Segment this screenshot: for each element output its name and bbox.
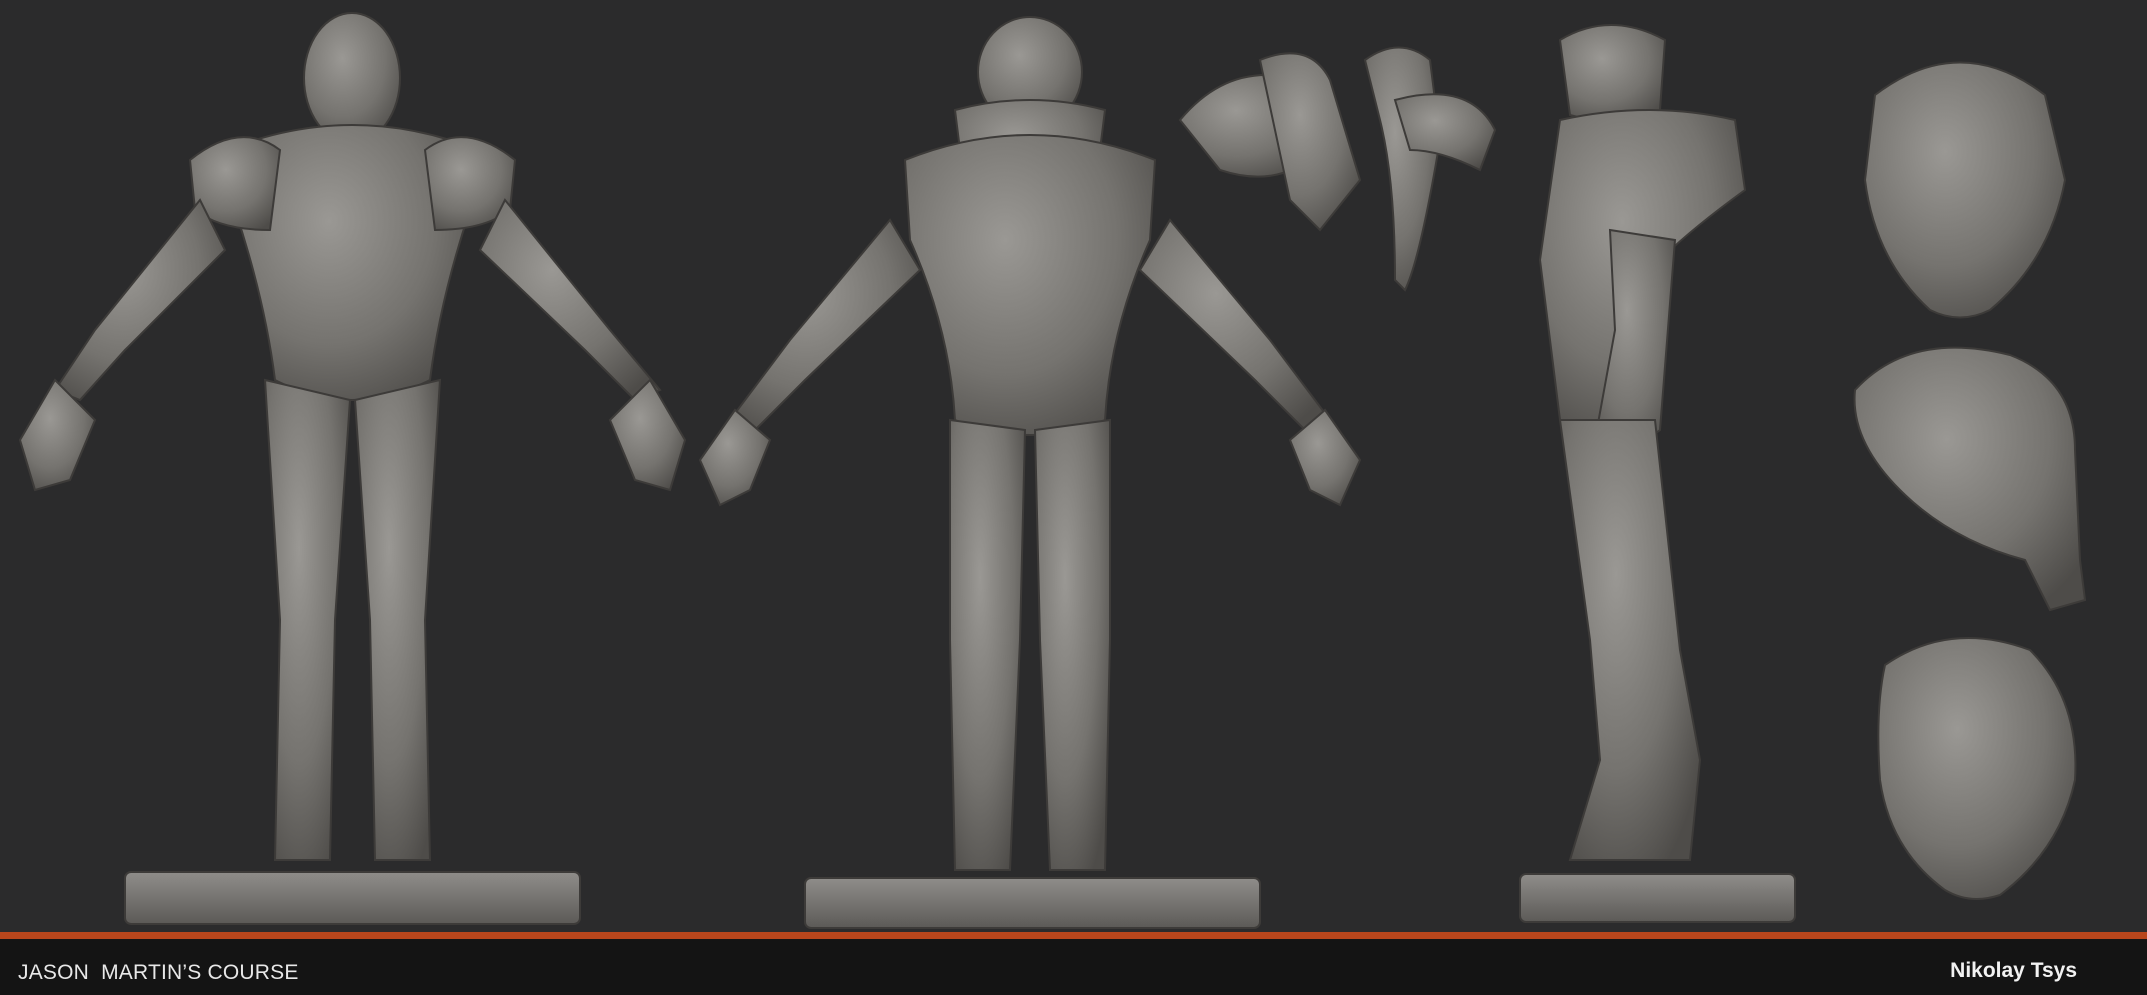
footer-bar: JASON MARTIN’S COURSE Nikolay Tsys	[0, 939, 2147, 995]
front-view-leg-left	[263, 378, 352, 861]
back-view-leg-left	[949, 418, 1027, 871]
side-view-base	[1519, 873, 1796, 923]
front-view-figure	[18, 12, 687, 925]
armor-part-gauntlet	[1363, 46, 1442, 292]
side-view-legs	[1558, 419, 1702, 861]
back-view-base	[804, 877, 1261, 929]
course-label: JASON MARTIN’S COURSE	[18, 961, 299, 984]
back-view-leg-right	[1033, 418, 1111, 871]
sculpt-render-area	[0, 0, 2147, 932]
front-view-hand-right	[608, 378, 687, 492]
front-view-arm-left	[53, 198, 227, 402]
back-view-arm-left	[728, 218, 922, 432]
back-view-arm-right	[1138, 218, 1332, 432]
helmet-front-view	[1863, 61, 2067, 319]
accent-stripe	[0, 932, 2147, 939]
front-view-head	[303, 12, 401, 144]
side-view-figure	[1519, 24, 1796, 923]
side-view-head	[1558, 24, 1667, 123]
front-view-arm-right	[478, 198, 662, 402]
helmet-detail-views	[1853, 61, 2087, 900]
author-name: Nikolay Tsys	[1950, 959, 2077, 982]
back-view-torso	[903, 134, 1157, 436]
front-view-base	[124, 871, 581, 925]
armor-parts-cluster	[1178, 46, 1497, 292]
helmet-side-view	[1853, 346, 2087, 612]
helmet-bottom-view	[1877, 637, 2077, 900]
front-view-leg-right	[353, 378, 442, 861]
